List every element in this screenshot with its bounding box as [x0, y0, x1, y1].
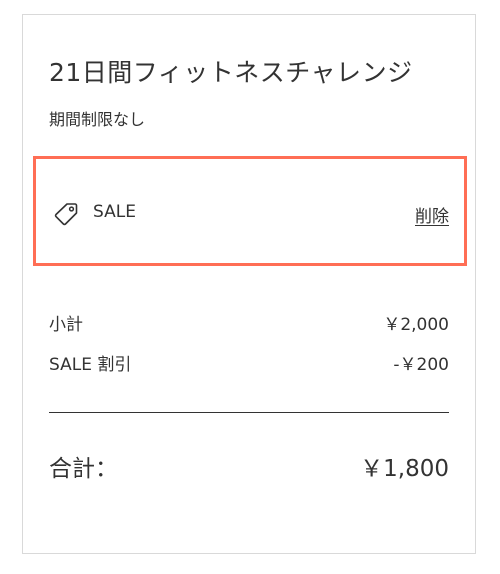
total-value: ￥1,800: [360, 456, 449, 482]
remove-coupon-link[interactable]: 削除: [415, 202, 449, 227]
total-row: 合計： ￥1,800: [49, 449, 449, 483]
applied-coupon: SALE 削除: [33, 156, 467, 266]
discount-value: -￥200: [393, 355, 449, 375]
tag-icon: [53, 201, 79, 227]
total-label: 合計：: [49, 456, 118, 482]
subtotal-row: 小計 ￥2,000: [49, 310, 449, 335]
coupon-code: SALE: [93, 202, 136, 222]
subtotal-label: 小計: [49, 315, 83, 335]
order-summary-card: 21日間フィットネスチャレンジ 期間制限なし SALE 削除 小計 ￥2,000…: [22, 14, 476, 554]
product-title: 21日間フィットネスチャレンジ: [49, 58, 413, 87]
discount-label: SALE 割引: [49, 355, 132, 375]
product-duration: 期間制限なし: [49, 110, 146, 129]
discount-row: SALE 割引 -￥200: [49, 350, 449, 375]
subtotal-value: ￥2,000: [383, 315, 449, 335]
summary-divider: [49, 412, 449, 413]
